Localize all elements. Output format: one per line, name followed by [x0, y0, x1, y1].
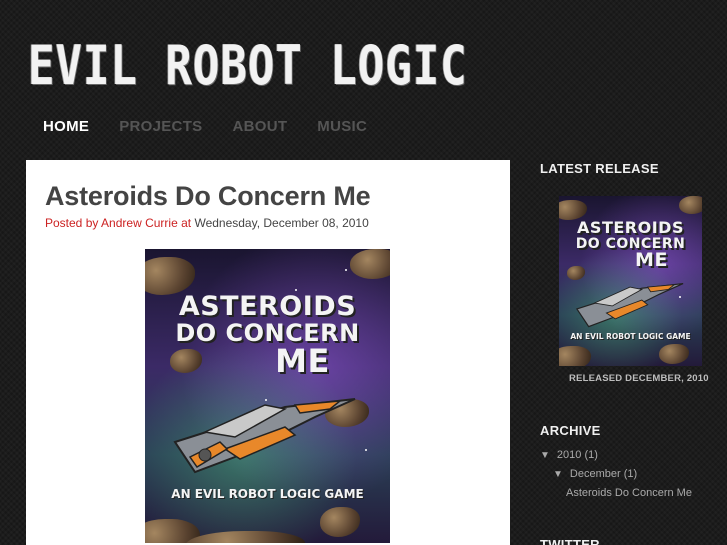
- post-author[interactable]: Andrew Currie: [101, 216, 178, 230]
- side-spaceship-icon: [575, 282, 684, 328]
- nav-projects[interactable]: PROJECTS: [119, 118, 202, 135]
- triangle-down-icon[interactable]: ▼: [553, 469, 563, 480]
- post-date[interactable]: Wednesday, December 08, 2010: [194, 216, 368, 230]
- nav-about[interactable]: ABOUT: [232, 118, 287, 135]
- nav-home[interactable]: HOME: [43, 118, 89, 135]
- triangle-down-icon[interactable]: ▼: [540, 450, 550, 461]
- latest-release-cover[interactable]: ASTEROIDS DO CONCERN ME AN EVIL ROBOT LO…: [559, 196, 702, 366]
- nav-music[interactable]: MUSIC: [317, 118, 367, 135]
- main-nav: HOME PROJECTS ABOUT MUSIC: [43, 118, 397, 135]
- side-cover-subtitle: AN EVIL ROBOT LOGIC GAME: [570, 332, 691, 341]
- post-meta: Posted by Andrew Currie at Wednesday, De…: [45, 216, 369, 230]
- cover-title-line1: ASTEROIDS: [178, 291, 357, 322]
- post-title[interactable]: Asteroids Do Concern Me: [45, 181, 371, 212]
- archive-heading: ARCHIVE: [540, 423, 601, 438]
- cover-title-line3: ME: [275, 342, 330, 380]
- blog-post: Asteroids Do Concern Me Posted by Andrew…: [26, 160, 510, 545]
- archive-post-link[interactable]: Asteroids Do Concern Me: [566, 487, 692, 499]
- side-cover-line2: DO CONCERN: [575, 236, 686, 252]
- spaceship-icon: [173, 398, 356, 474]
- posted-by-label: Posted by: [45, 216, 99, 230]
- site-title[interactable]: EVIL ROBOT LOGIC: [28, 36, 468, 96]
- twitter-heading: TWITTER: [540, 537, 600, 545]
- cover-subtitle: AN EVIL ROBOT LOGIC GAME: [171, 487, 364, 501]
- side-cover-line3: ME: [635, 249, 668, 271]
- side-cover-line1: ASTEROIDS: [577, 218, 684, 237]
- post-cover-image[interactable]: ASTEROIDS DO CONCERN ME AN EVIL ROBOT LO…: [145, 249, 390, 543]
- release-caption: RELEASED DECEMBER, 2010: [569, 373, 709, 384]
- archive-month-row: ▼ December (1): [553, 468, 637, 480]
- archive-year-row: ▼ 2010 (1): [540, 449, 598, 461]
- archive-month-link[interactable]: December: [570, 468, 621, 480]
- archive-month-count: (1): [623, 468, 638, 480]
- cover-title-line2: DO CONCERN: [175, 319, 360, 347]
- archive-year-link[interactable]: 2010: [557, 449, 581, 461]
- post-at-label: at: [181, 216, 192, 230]
- archive-year-count: (1): [584, 449, 598, 461]
- latest-release-heading: LATEST RELEASE: [540, 161, 659, 176]
